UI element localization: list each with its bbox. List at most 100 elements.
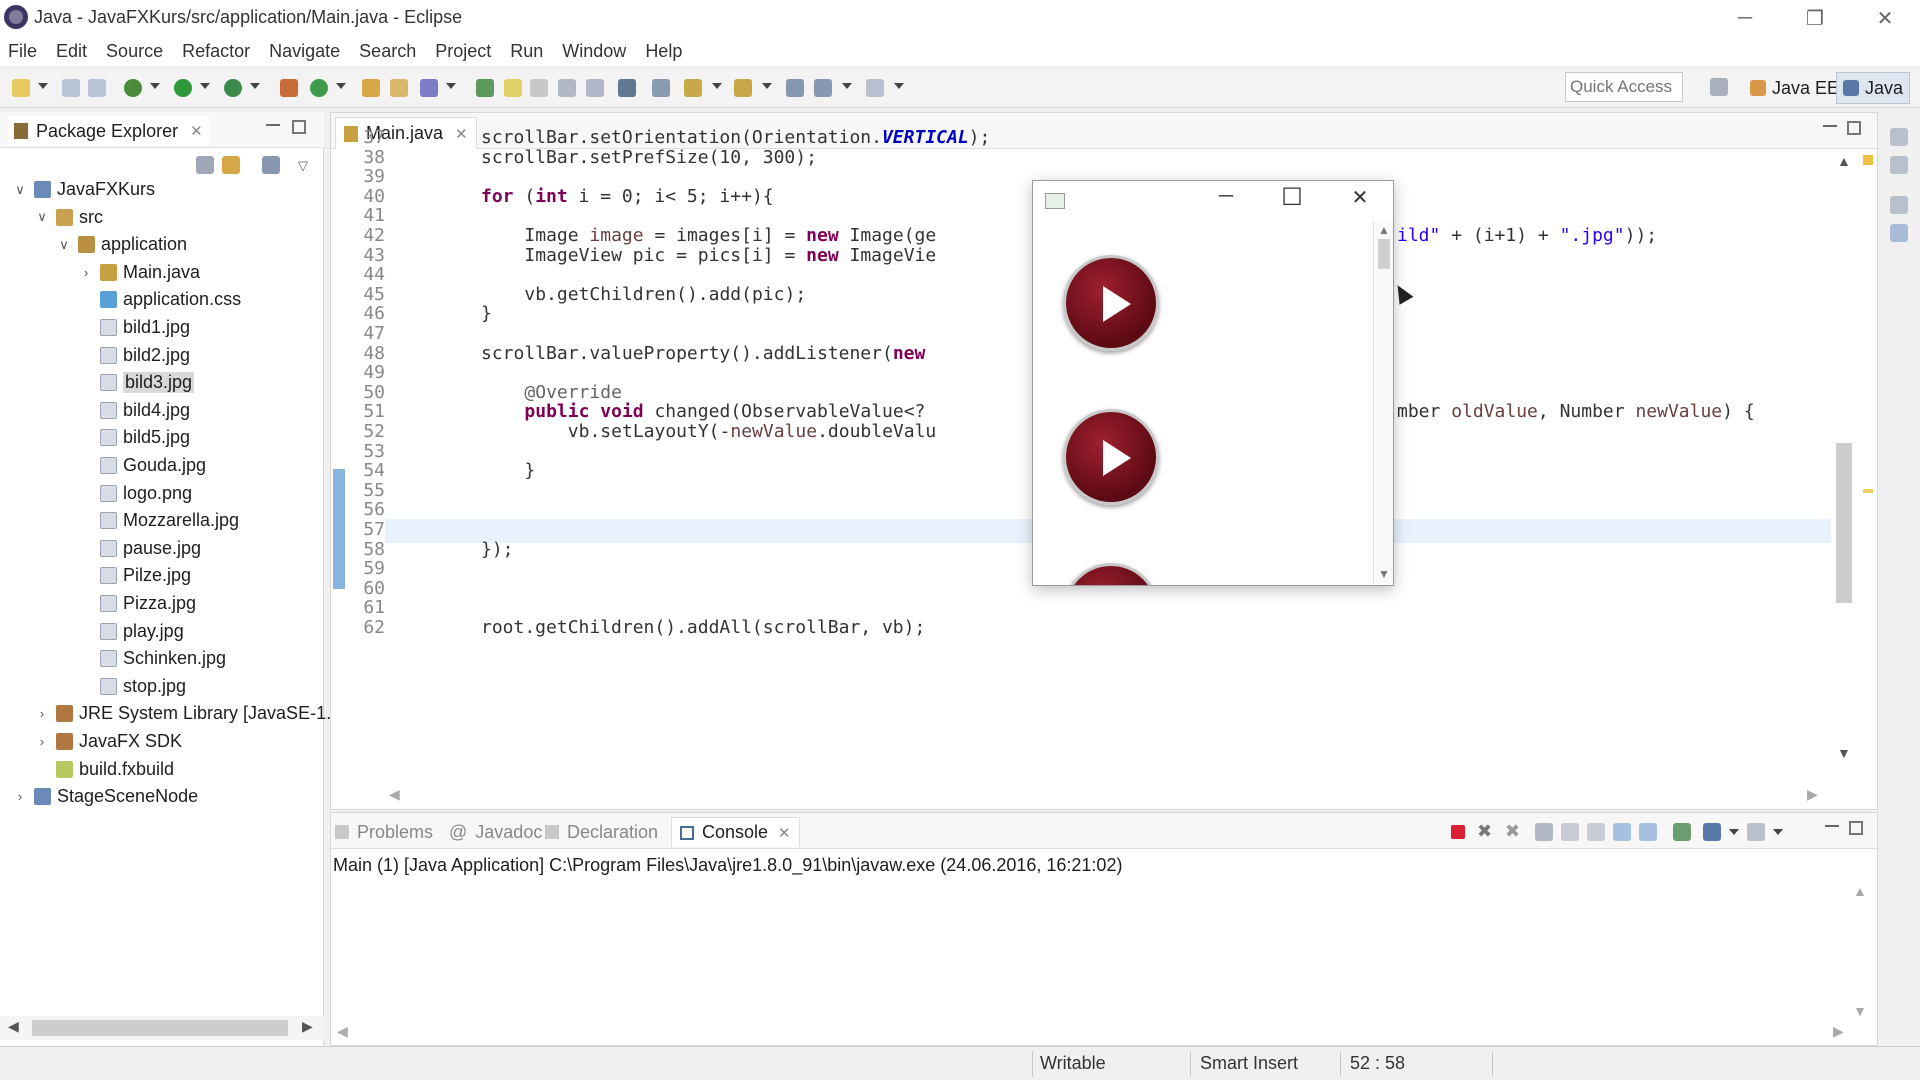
terminate-icon[interactable]: [1451, 825, 1465, 839]
expand-toggle-icon[interactable]: ›: [12, 789, 28, 804]
run-icon[interactable]: [174, 79, 192, 97]
remove-all-launches-icon[interactable]: ✖: [1505, 821, 1520, 842]
menu-navigate[interactable]: Navigate: [269, 41, 340, 62]
tree-item[interactable]: › Main.java: [78, 259, 200, 286]
pin-icon[interactable]: [652, 79, 670, 97]
tree-item[interactable]: application.css: [78, 286, 241, 313]
console-horizontal-scrollbar[interactable]: ◀ ▶: [333, 1023, 1853, 1043]
previous-annotation-icon[interactable]: [734, 79, 752, 97]
next-annotation-dropdown-icon[interactable]: [712, 83, 722, 89]
console-vertical-scrollbar[interactable]: ▲ ▼: [1851, 883, 1871, 1027]
tree-item[interactable]: stop.jpg: [78, 673, 186, 700]
fx-scroll-up-icon[interactable]: ▲: [1378, 223, 1390, 237]
view-menu-icon[interactable]: ▽: [298, 158, 308, 174]
open-perspective-icon[interactable]: [1710, 78, 1728, 96]
tab-package-explorer[interactable]: Package Explorer ✕: [8, 116, 209, 146]
maximize-editor-icon[interactable]: [1847, 121, 1861, 135]
tree-item[interactable]: › JavaFX SDK: [34, 728, 182, 755]
tab-javadoc[interactable]: @ Javadoc: [449, 817, 542, 847]
menu-search[interactable]: Search: [359, 41, 416, 62]
menu-project[interactable]: Project: [435, 41, 491, 62]
maximize-console-icon[interactable]: [1849, 821, 1863, 835]
restore-outline-icon[interactable]: [1890, 196, 1908, 214]
tree-item[interactable]: Pizza.jpg: [78, 590, 196, 617]
restore-icon[interactable]: [1890, 128, 1908, 146]
forward-dropdown-icon[interactable]: [894, 83, 904, 89]
menu-file[interactable]: File: [8, 41, 37, 62]
new-class-dropdown-icon[interactable]: [336, 83, 346, 89]
restore-button[interactable]: ❐: [1780, 0, 1850, 36]
coverage-icon[interactable]: [224, 79, 242, 97]
editor-vertical-scrollbar[interactable]: ▲ ▼: [1833, 153, 1855, 763]
scroll-up-icon[interactable]: ▲: [1853, 883, 1867, 899]
tree-item[interactable]: Mozzarella.jpg: [78, 507, 239, 534]
coverage-dropdown-icon[interactable]: [250, 83, 260, 89]
tree-item[interactable]: bild4.jpg: [78, 397, 190, 424]
scroll-right-icon[interactable]: ▶: [1807, 786, 1818, 803]
scroll-up-icon[interactable]: ▲: [1837, 153, 1851, 169]
expand-toggle-icon[interactable]: ∨: [34, 209, 50, 225]
scroll-left-icon[interactable]: ◀: [8, 1018, 19, 1035]
tab-console[interactable]: Console ✕: [671, 817, 800, 847]
mark-occurrences-icon[interactable]: [504, 79, 522, 97]
save-all-icon[interactable]: [88, 79, 106, 97]
tree-item[interactable]: ∨ application: [56, 231, 187, 258]
menu-help[interactable]: Help: [645, 41, 682, 62]
new-icon[interactable]: [12, 79, 30, 97]
expand-toggle-icon[interactable]: ›: [34, 706, 50, 721]
display-console-icon[interactable]: [1703, 823, 1721, 841]
tree-item[interactable]: logo.png: [78, 480, 192, 507]
close-button[interactable]: ✕: [1850, 0, 1920, 36]
save-icon[interactable]: [62, 79, 80, 97]
fx-close-button[interactable]: ✕: [1343, 185, 1377, 210]
close-tab-icon[interactable]: ✕: [190, 122, 203, 140]
focus-task-icon[interactable]: [262, 156, 280, 174]
warning-overview-marker[interactable]: [1863, 155, 1873, 165]
expand-toggle-icon[interactable]: ∨: [12, 182, 28, 198]
back-icon[interactable]: [814, 79, 832, 97]
previous-annotation-dropdown-icon[interactable]: [762, 83, 772, 89]
task-list-icon[interactable]: [1890, 156, 1908, 174]
outline-icon[interactable]: [1890, 224, 1908, 242]
tree-item[interactable]: › JRE System Library [JavaSE-1.8]: [34, 700, 346, 727]
last-edit-icon[interactable]: [786, 79, 804, 97]
new-class-icon[interactable]: [310, 79, 328, 97]
fx-scroll-thumb[interactable]: [1378, 239, 1390, 269]
open-type-icon[interactable]: [362, 79, 380, 97]
close-tab-icon[interactable]: ✕: [778, 824, 791, 842]
remove-launch-icon[interactable]: ✖: [1477, 821, 1492, 842]
collapse-all-icon[interactable]: [196, 156, 214, 174]
forward-icon[interactable]: [866, 79, 884, 97]
tree-item[interactable]: Gouda.jpg: [78, 452, 206, 479]
perspective-javaee[interactable]: Java EE: [1744, 72, 1845, 104]
tree-item[interactable]: pause.jpg: [78, 535, 201, 562]
block-selection-icon[interactable]: [530, 79, 548, 97]
word-wrap-icon[interactable]: [1587, 823, 1605, 841]
scroll-left-icon[interactable]: ◀: [337, 1023, 348, 1040]
scroll-lock-icon[interactable]: [1561, 823, 1579, 841]
tree-item[interactable]: play.jpg: [78, 618, 184, 645]
editor-scroll-thumb[interactable]: [1836, 443, 1852, 603]
minimize-view-icon[interactable]: [266, 124, 280, 126]
tab-declaration[interactable]: Declaration: [545, 817, 658, 847]
occurrence-overview-marker[interactable]: [1863, 489, 1873, 493]
open-console-dropdown-icon[interactable]: [1773, 829, 1783, 835]
tree-item[interactable]: Schinken.jpg: [78, 645, 226, 672]
show-whitespace-icon[interactable]: [558, 79, 576, 97]
perspective-java[interactable]: Java: [1836, 72, 1911, 104]
menu-refactor[interactable]: Refactor: [182, 41, 250, 62]
tree-item[interactable]: Pilze.jpg: [78, 562, 191, 589]
new-dropdown-icon[interactable]: [38, 83, 48, 89]
expand-toggle-icon[interactable]: ›: [78, 265, 94, 280]
tree-horizontal-scrollbar[interactable]: ◀ ▶: [0, 1016, 324, 1040]
expand-toggle-icon[interactable]: ›: [34, 734, 50, 749]
open-console-icon[interactable]: [1747, 823, 1765, 841]
tree-scroll-thumb[interactable]: [32, 1020, 288, 1036]
tree-item[interactable]: bild5.jpg: [78, 424, 190, 451]
console-icon[interactable]: [618, 79, 636, 97]
tree-item[interactable]: ∨ src: [34, 204, 103, 231]
toggle-breadcrumb-icon[interactable]: [476, 79, 494, 97]
show-pilcrow-icon[interactable]: [586, 79, 604, 97]
next-annotation-icon[interactable]: [684, 79, 702, 97]
link-with-editor-icon[interactable]: [222, 156, 240, 174]
